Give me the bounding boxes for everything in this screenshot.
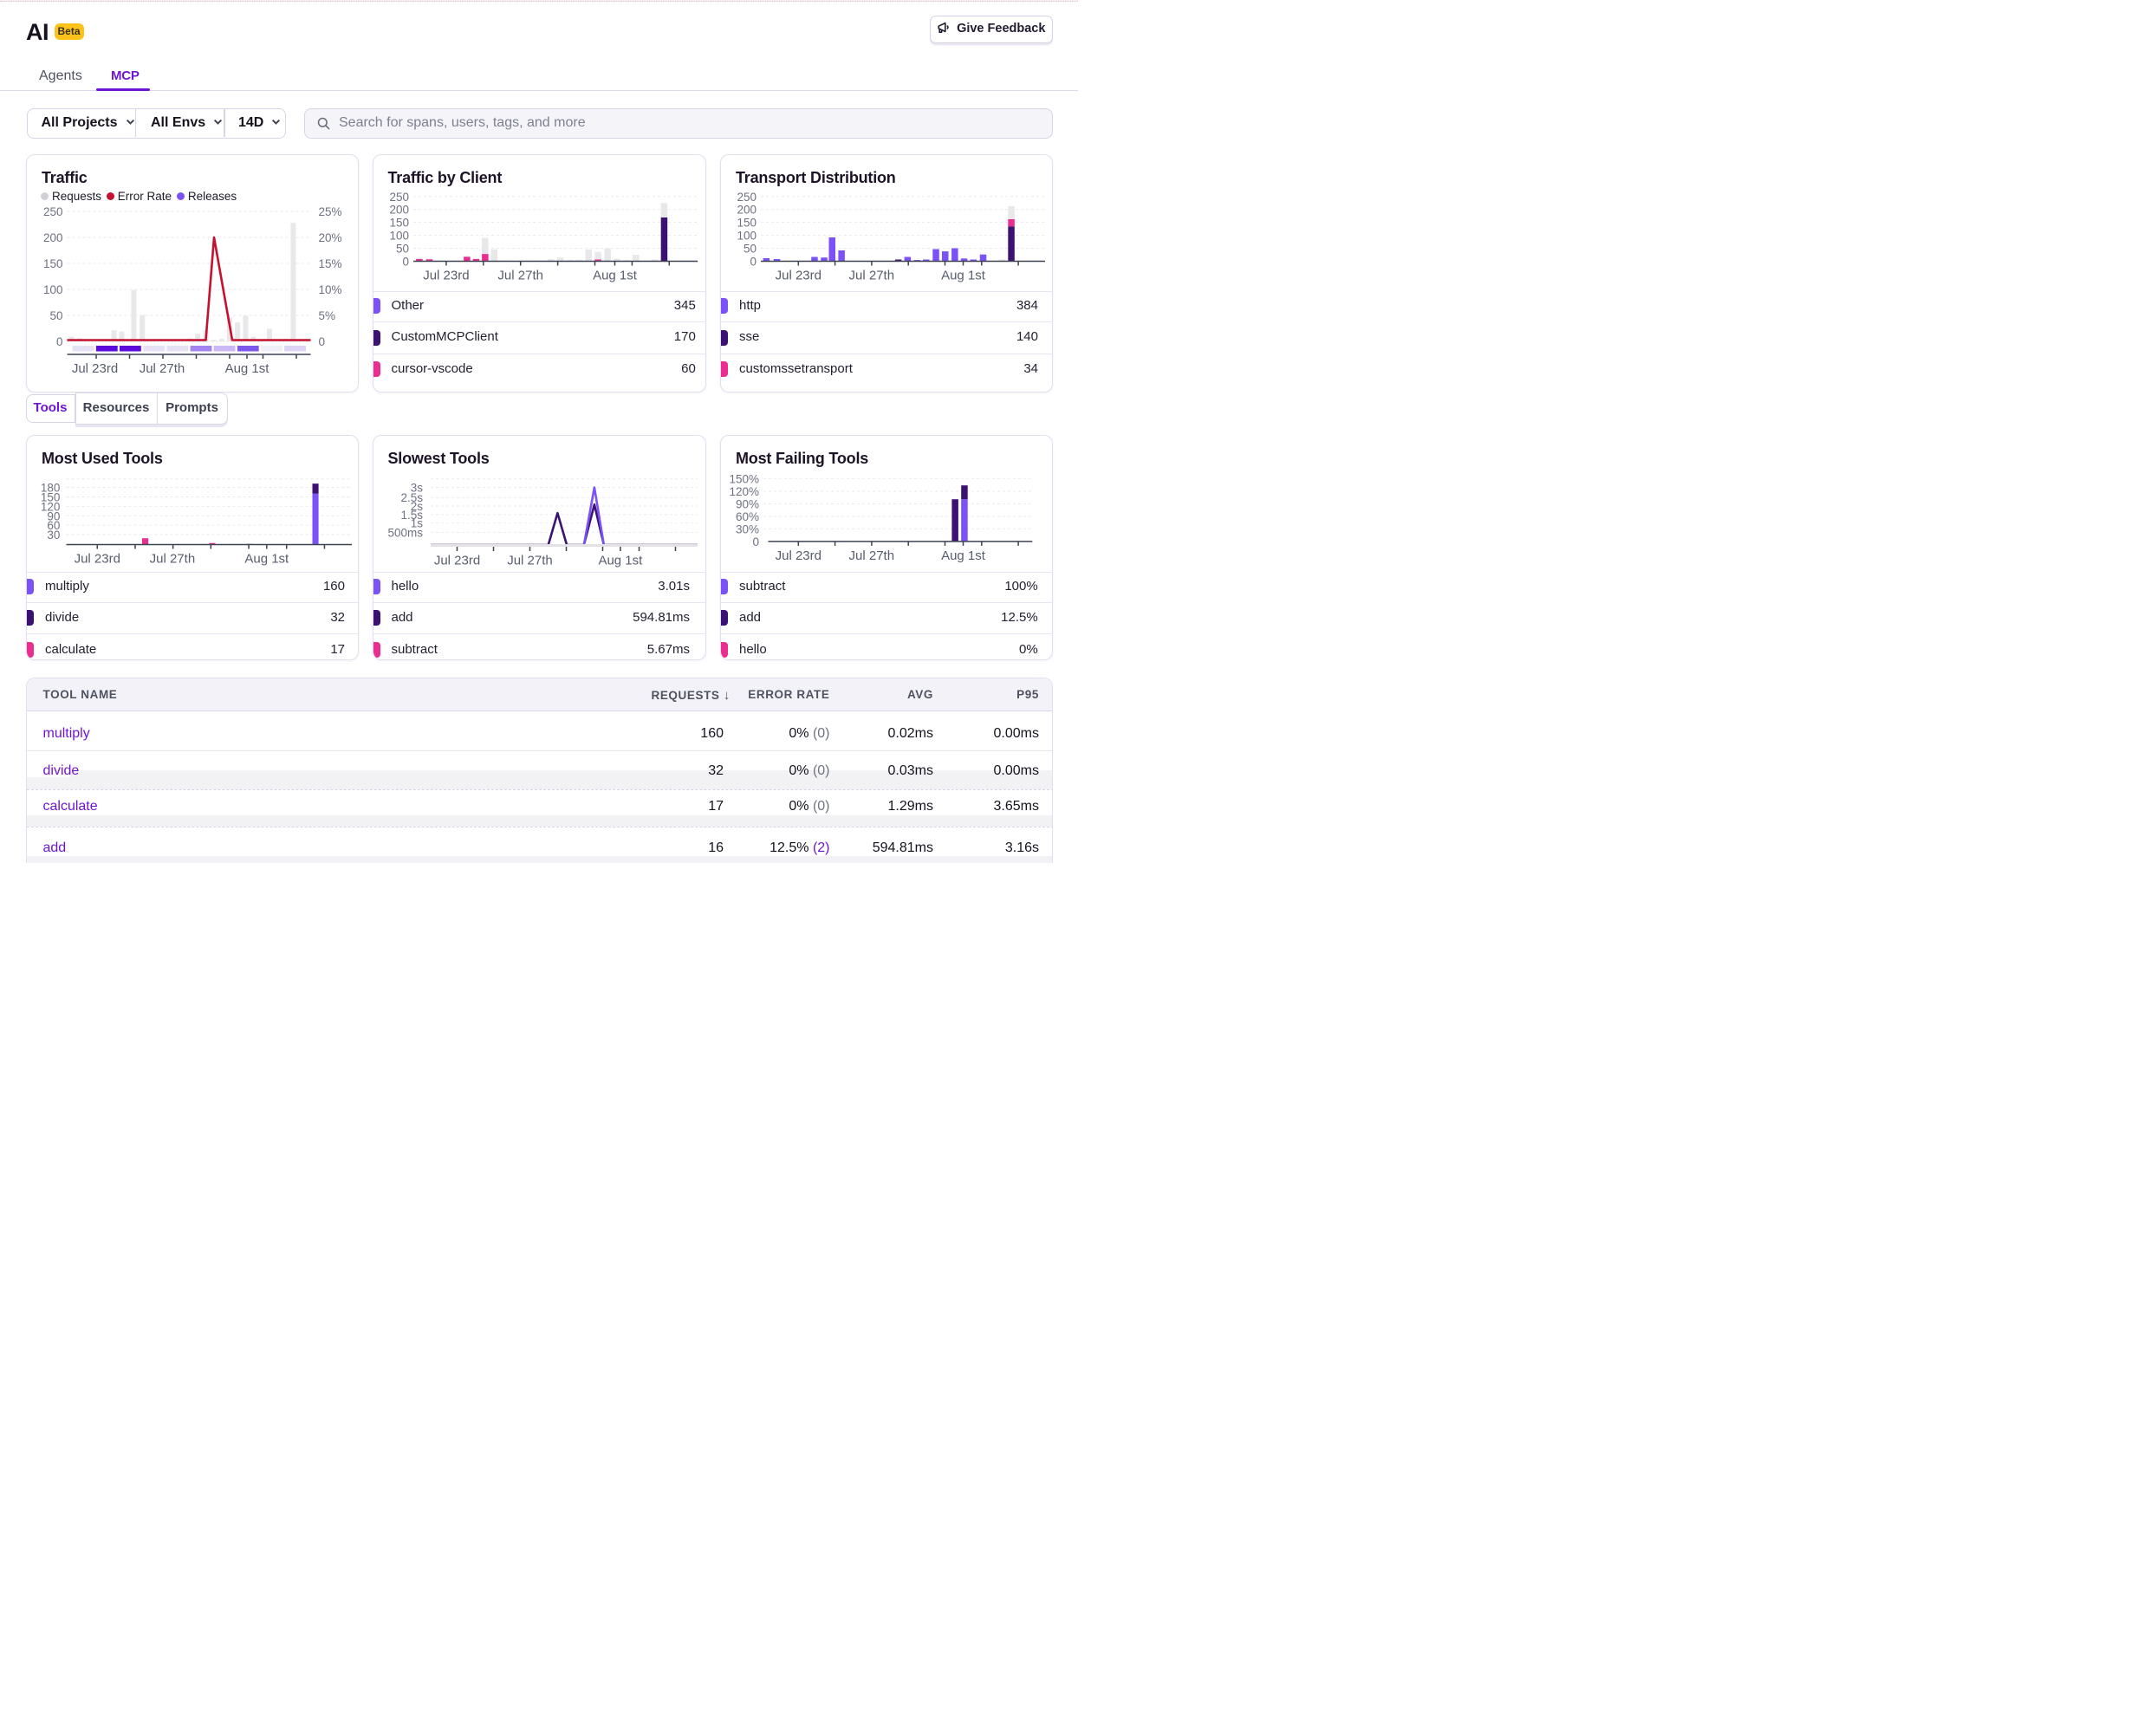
- svg-text:0: 0: [752, 535, 759, 548]
- svg-text:Aug 1st: Aug 1st: [593, 268, 638, 282]
- svg-text:Jul 27th: Jul 27th: [849, 548, 895, 563]
- svg-text:100: 100: [737, 229, 757, 242]
- svg-text:30%: 30%: [736, 522, 759, 535]
- svg-text:500ms: 500ms: [387, 526, 423, 539]
- svg-text:200: 200: [43, 231, 63, 244]
- svg-text:200: 200: [737, 203, 757, 216]
- svg-text:200: 200: [389, 203, 409, 216]
- svg-text:Jul 27th: Jul 27th: [849, 268, 895, 282]
- svg-text:50: 50: [395, 242, 408, 255]
- svg-text:0: 0: [750, 255, 757, 268]
- svg-text:60%: 60%: [736, 510, 759, 523]
- svg-text:100: 100: [389, 229, 409, 242]
- svg-text:250: 250: [43, 205, 63, 218]
- svg-text:50: 50: [49, 309, 62, 322]
- svg-text:150%: 150%: [729, 472, 759, 485]
- svg-text:Aug 1st: Aug 1st: [598, 554, 643, 568]
- svg-text:250: 250: [389, 190, 409, 203]
- svg-text:Jul 27th: Jul 27th: [150, 552, 196, 567]
- svg-text:150: 150: [737, 216, 757, 229]
- svg-text:0: 0: [56, 335, 63, 348]
- svg-text:Aug 1st: Aug 1st: [941, 268, 986, 282]
- svg-text:120%: 120%: [729, 485, 759, 498]
- svg-text:100: 100: [43, 283, 63, 296]
- svg-text:Jul 23rd: Jul 23rd: [75, 552, 120, 567]
- svg-text:Jul 23rd: Jul 23rd: [776, 548, 821, 563]
- svg-text:5%: 5%: [319, 309, 336, 322]
- svg-text:Aug 1st: Aug 1st: [244, 552, 289, 567]
- svg-text:Aug 1st: Aug 1st: [225, 361, 270, 376]
- svg-text:20%: 20%: [319, 231, 342, 244]
- svg-text:150: 150: [389, 216, 409, 229]
- svg-text:30: 30: [47, 529, 60, 542]
- svg-text:Jul 23rd: Jul 23rd: [72, 361, 118, 376]
- svg-text:150: 150: [43, 257, 63, 270]
- svg-text:0: 0: [402, 255, 409, 268]
- svg-text:50: 50: [744, 242, 757, 255]
- svg-text:Jul 23rd: Jul 23rd: [423, 268, 469, 282]
- svg-text:15%: 15%: [319, 257, 342, 270]
- svg-text:250: 250: [737, 190, 757, 203]
- svg-text:Jul 27th: Jul 27th: [507, 554, 553, 568]
- svg-text:0: 0: [319, 335, 326, 348]
- svg-text:Aug 1st: Aug 1st: [941, 548, 986, 563]
- svg-text:Jul 23rd: Jul 23rd: [433, 554, 479, 568]
- svg-text:Jul 27th: Jul 27th: [140, 361, 185, 376]
- svg-text:10%: 10%: [319, 283, 342, 296]
- svg-text:90%: 90%: [736, 497, 759, 510]
- svg-text:Jul 27th: Jul 27th: [497, 268, 543, 282]
- svg-text:25%: 25%: [319, 205, 342, 218]
- svg-text:Jul 23rd: Jul 23rd: [776, 268, 821, 282]
